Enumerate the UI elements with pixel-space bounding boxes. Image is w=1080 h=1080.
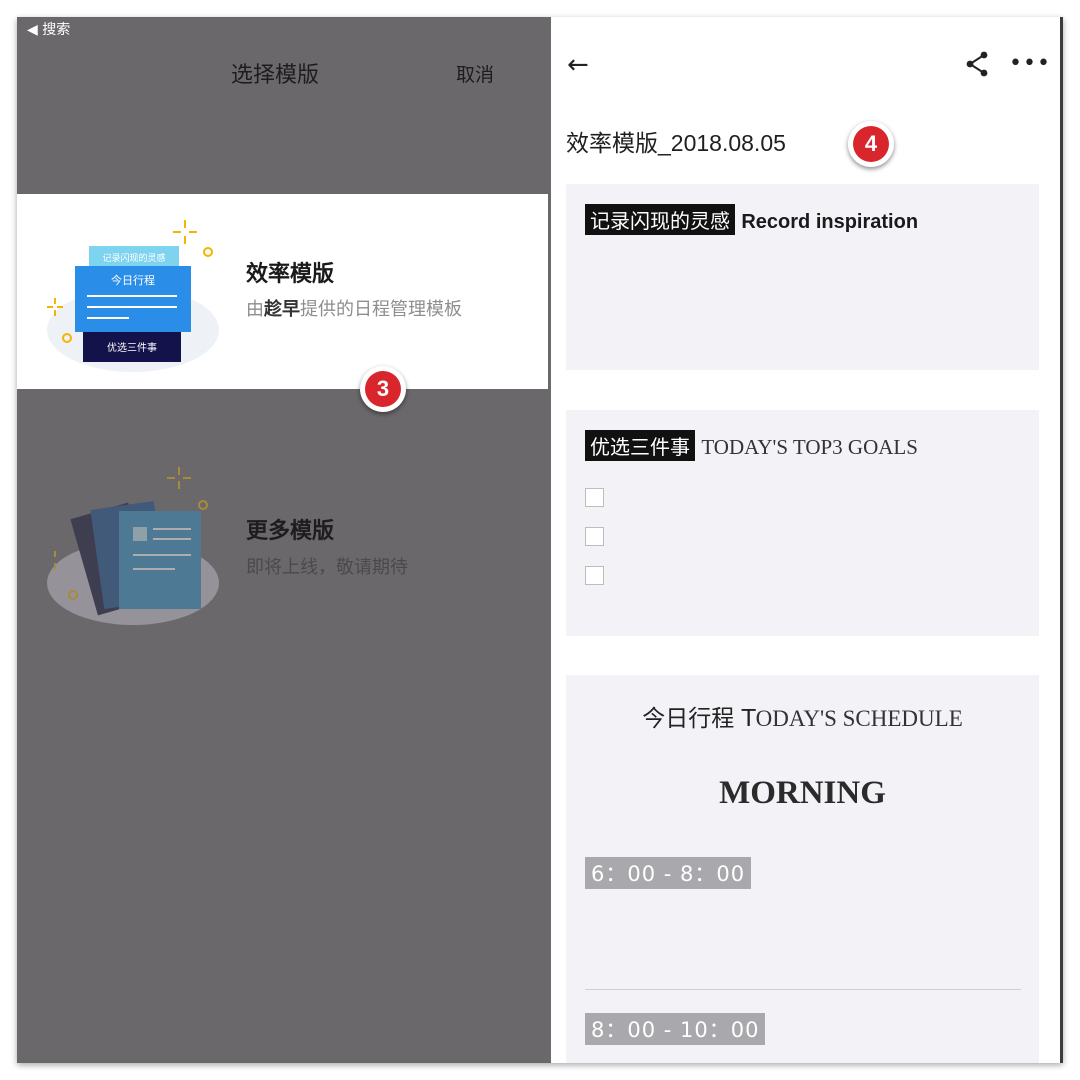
slot-divider <box>585 989 1021 990</box>
schedule-title-en: ODAY'S SCHEDULE <box>755 706 963 731</box>
illus-label-inspiration: 记录闪现的灵感 <box>102 252 165 264</box>
cancel-button[interactable]: 取消 <box>456 60 494 87</box>
inspiration-section[interactable]: 记录闪现的灵感 Record inspiration <box>566 184 1039 370</box>
inspiration-heading: 记录闪现的灵感 Record inspiration <box>585 204 918 235</box>
window-edge <box>1060 17 1063 1063</box>
template-name: 效率模版 <box>246 262 335 287</box>
step-badge-4: 4 <box>848 121 894 167</box>
schedule-heading: 今日行程 TODAY'S SCHEDULE <box>566 699 1039 733</box>
more-templates-illustration <box>47 467 219 625</box>
inspiration-tag: 记录闪现的灵感 <box>585 204 735 235</box>
more-templates-title[interactable]: 更多模版 <box>246 513 334 545</box>
more-templates-description: 即将上线，敬请期待 <box>246 557 408 578</box>
schedule-title-cn: 今日行程 <box>642 706 735 732</box>
template-preview: ← ••• 效率模版_2018.08.05 4 记录闪现的灵感 Record i… <box>551 17 1063 1063</box>
goal-checkbox-3[interactable] <box>585 566 604 585</box>
inspiration-label: Record inspiration <box>741 211 919 233</box>
goals-heading: 优选三件事 TODAY'S TOP3 GOALS <box>585 430 918 461</box>
arrow-left-icon[interactable]: ← <box>567 50 589 80</box>
illus-label-top3: 优选三件事 <box>107 341 157 354</box>
more-icon[interactable]: ••• <box>1009 51 1051 76</box>
status-icons <box>427 17 517 21</box>
schedule-section: 今日行程 TODAY'S SCHEDULE MORNING 6：00 - 8：0… <box>566 675 1039 1063</box>
time-slot-2[interactable]: 8：00 - 10：00 <box>585 1013 766 1045</box>
efficiency-template-illustration: 记录闪现的灵感 今日行程 优选三件事 <box>47 220 219 372</box>
template-card-efficiency[interactable]: 记录闪现的灵感 今日行程 优选三件事 效率模版 由趁早提供的日程管理模板 <box>17 194 548 389</box>
top3-goals-section: 优选三件事 TODAY'S TOP3 GOALS <box>566 410 1039 636</box>
screenshot-frame: ◀ 搜索 选择模版 取消 记录闪现的灵感 今日行程 优选三件事 效率模版 由趁早… <box>17 17 1063 1063</box>
goal-checkbox-2[interactable] <box>585 527 604 546</box>
schedule-title-en-first: T <box>741 706 756 732</box>
goals-tag: 优选三件事 <box>585 430 695 461</box>
template-author: 趁早 <box>264 299 300 320</box>
status-back-link[interactable]: ◀ 搜索 <box>27 19 70 39</box>
template-description: 由趁早提供的日程管理模板 <box>246 299 462 320</box>
document-title: 效率模版_2018.08.05 <box>566 130 786 156</box>
goal-checkbox-1[interactable] <box>585 488 604 507</box>
illus-label-schedule: 今日行程 <box>111 273 155 287</box>
time-slot-1[interactable]: 6：00 - 8：00 <box>585 857 752 889</box>
morning-label: MORNING <box>719 775 886 811</box>
share-icon[interactable] <box>965 51 989 77</box>
step-badge-3: 3 <box>360 366 406 412</box>
goals-label: TODAY'S TOP3 GOALS <box>701 435 918 459</box>
page-title: 选择模版 <box>231 63 320 88</box>
template-chooser: ◀ 搜索 选择模版 取消 记录闪现的灵感 今日行程 优选三件事 效率模版 由趁早… <box>17 17 551 1063</box>
